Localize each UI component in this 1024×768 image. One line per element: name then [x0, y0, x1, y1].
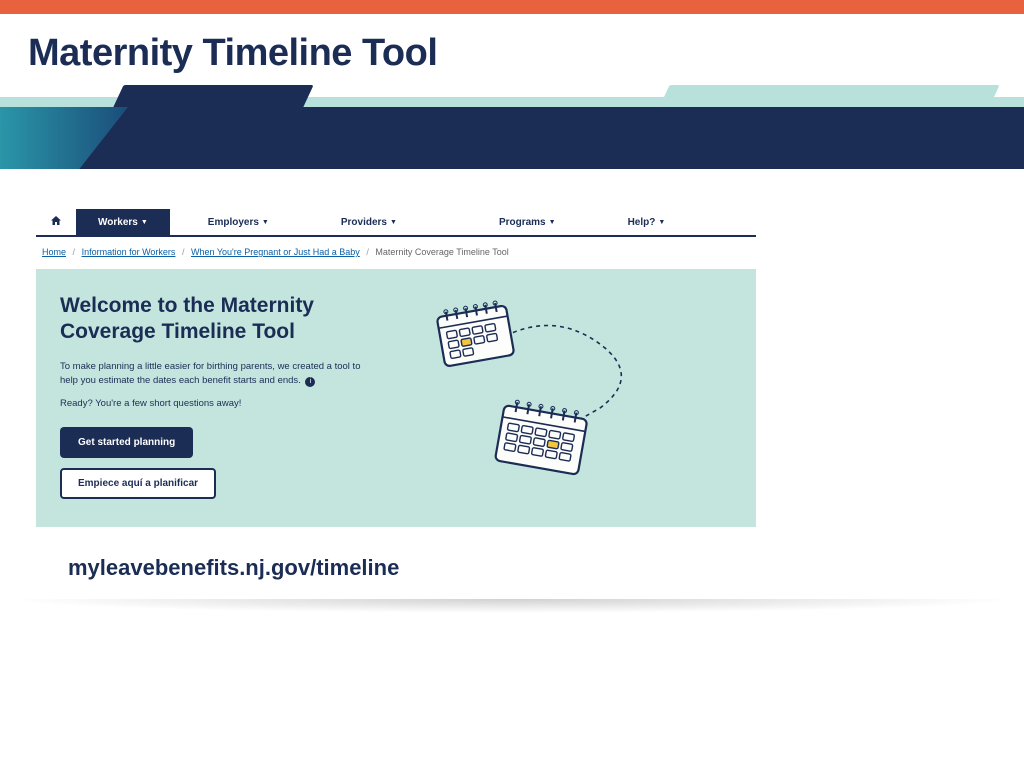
breadcrumb-current: Maternity Coverage Timeline Tool — [375, 247, 508, 257]
chevron-down-icon: ▼ — [262, 219, 269, 226]
nav-employers[interactable]: Employers ▼ — [192, 217, 285, 228]
breadcrumb: Home / Information for Workers / When Yo… — [36, 237, 756, 269]
nav-help[interactable]: Help? ▼ — [612, 217, 682, 228]
nav-home[interactable] — [36, 215, 76, 229]
top-accent-bar — [0, 0, 1024, 14]
breadcrumb-link[interactable]: Home — [42, 247, 66, 257]
hero-panel: Welcome to the Maternity Coverage Timeli… — [36, 269, 756, 527]
decor-band — [0, 91, 1024, 181]
decor-navy-band — [0, 107, 1024, 169]
nav-label: Workers — [98, 217, 138, 228]
hero-text-column: Welcome to the Maternity Coverage Timeli… — [60, 293, 380, 499]
start-spanish-button[interactable]: Empiece aquí a planificar — [60, 468, 216, 499]
nav-workers[interactable]: Workers ▼ — [76, 209, 170, 235]
breadcrumb-link[interactable]: Information for Workers — [82, 247, 176, 257]
get-started-button[interactable]: Get started planning — [60, 427, 193, 458]
bottom-shadow — [0, 599, 1024, 613]
nav-label: Help? — [628, 217, 656, 228]
browser-screenshot: Workers ▼ Employers ▼ Providers ▼ Progra… — [36, 209, 756, 527]
decor-light-tab — [658, 85, 999, 109]
home-icon — [50, 215, 62, 229]
hero-title: Welcome to the Maternity Coverage Timeli… — [60, 293, 380, 346]
hero-ready-text: Ready? You're a few short questions away… — [60, 398, 380, 409]
breadcrumb-sep: / — [366, 247, 369, 257]
nav-providers[interactable]: Providers ▼ — [325, 217, 413, 228]
nav-programs[interactable]: Programs ▼ — [483, 217, 572, 228]
hero-description: To make planning a little easier for bir… — [60, 360, 380, 389]
nav-label: Programs — [499, 217, 546, 228]
site-nav: Workers ▼ Employers ▼ Providers ▼ Progra… — [36, 209, 756, 237]
nav-label: Providers — [341, 217, 387, 228]
hero-illustration — [390, 293, 732, 499]
decor-navy-tab — [112, 85, 313, 109]
chevron-down-icon: ▼ — [658, 219, 665, 226]
chevron-down-icon: ▼ — [390, 219, 397, 226]
breadcrumb-sep: / — [73, 247, 76, 257]
breadcrumb-sep: / — [182, 247, 185, 257]
chevron-down-icon: ▼ — [549, 219, 556, 226]
nav-label: Employers — [208, 217, 259, 228]
chevron-down-icon: ▼ — [141, 219, 148, 226]
title-area: Maternity Timeline Tool — [0, 14, 1024, 91]
slide-title: Maternity Timeline Tool — [28, 32, 996, 75]
breadcrumb-link[interactable]: When You're Pregnant or Just Had a Baby — [191, 247, 360, 257]
info-icon[interactable]: i — [305, 377, 315, 387]
content-area: Workers ▼ Employers ▼ Providers ▼ Progra… — [0, 181, 1024, 581]
url-caption: myleavebenefits.nj.gov/timeline — [68, 555, 988, 581]
calendars-illustration — [390, 293, 660, 493]
